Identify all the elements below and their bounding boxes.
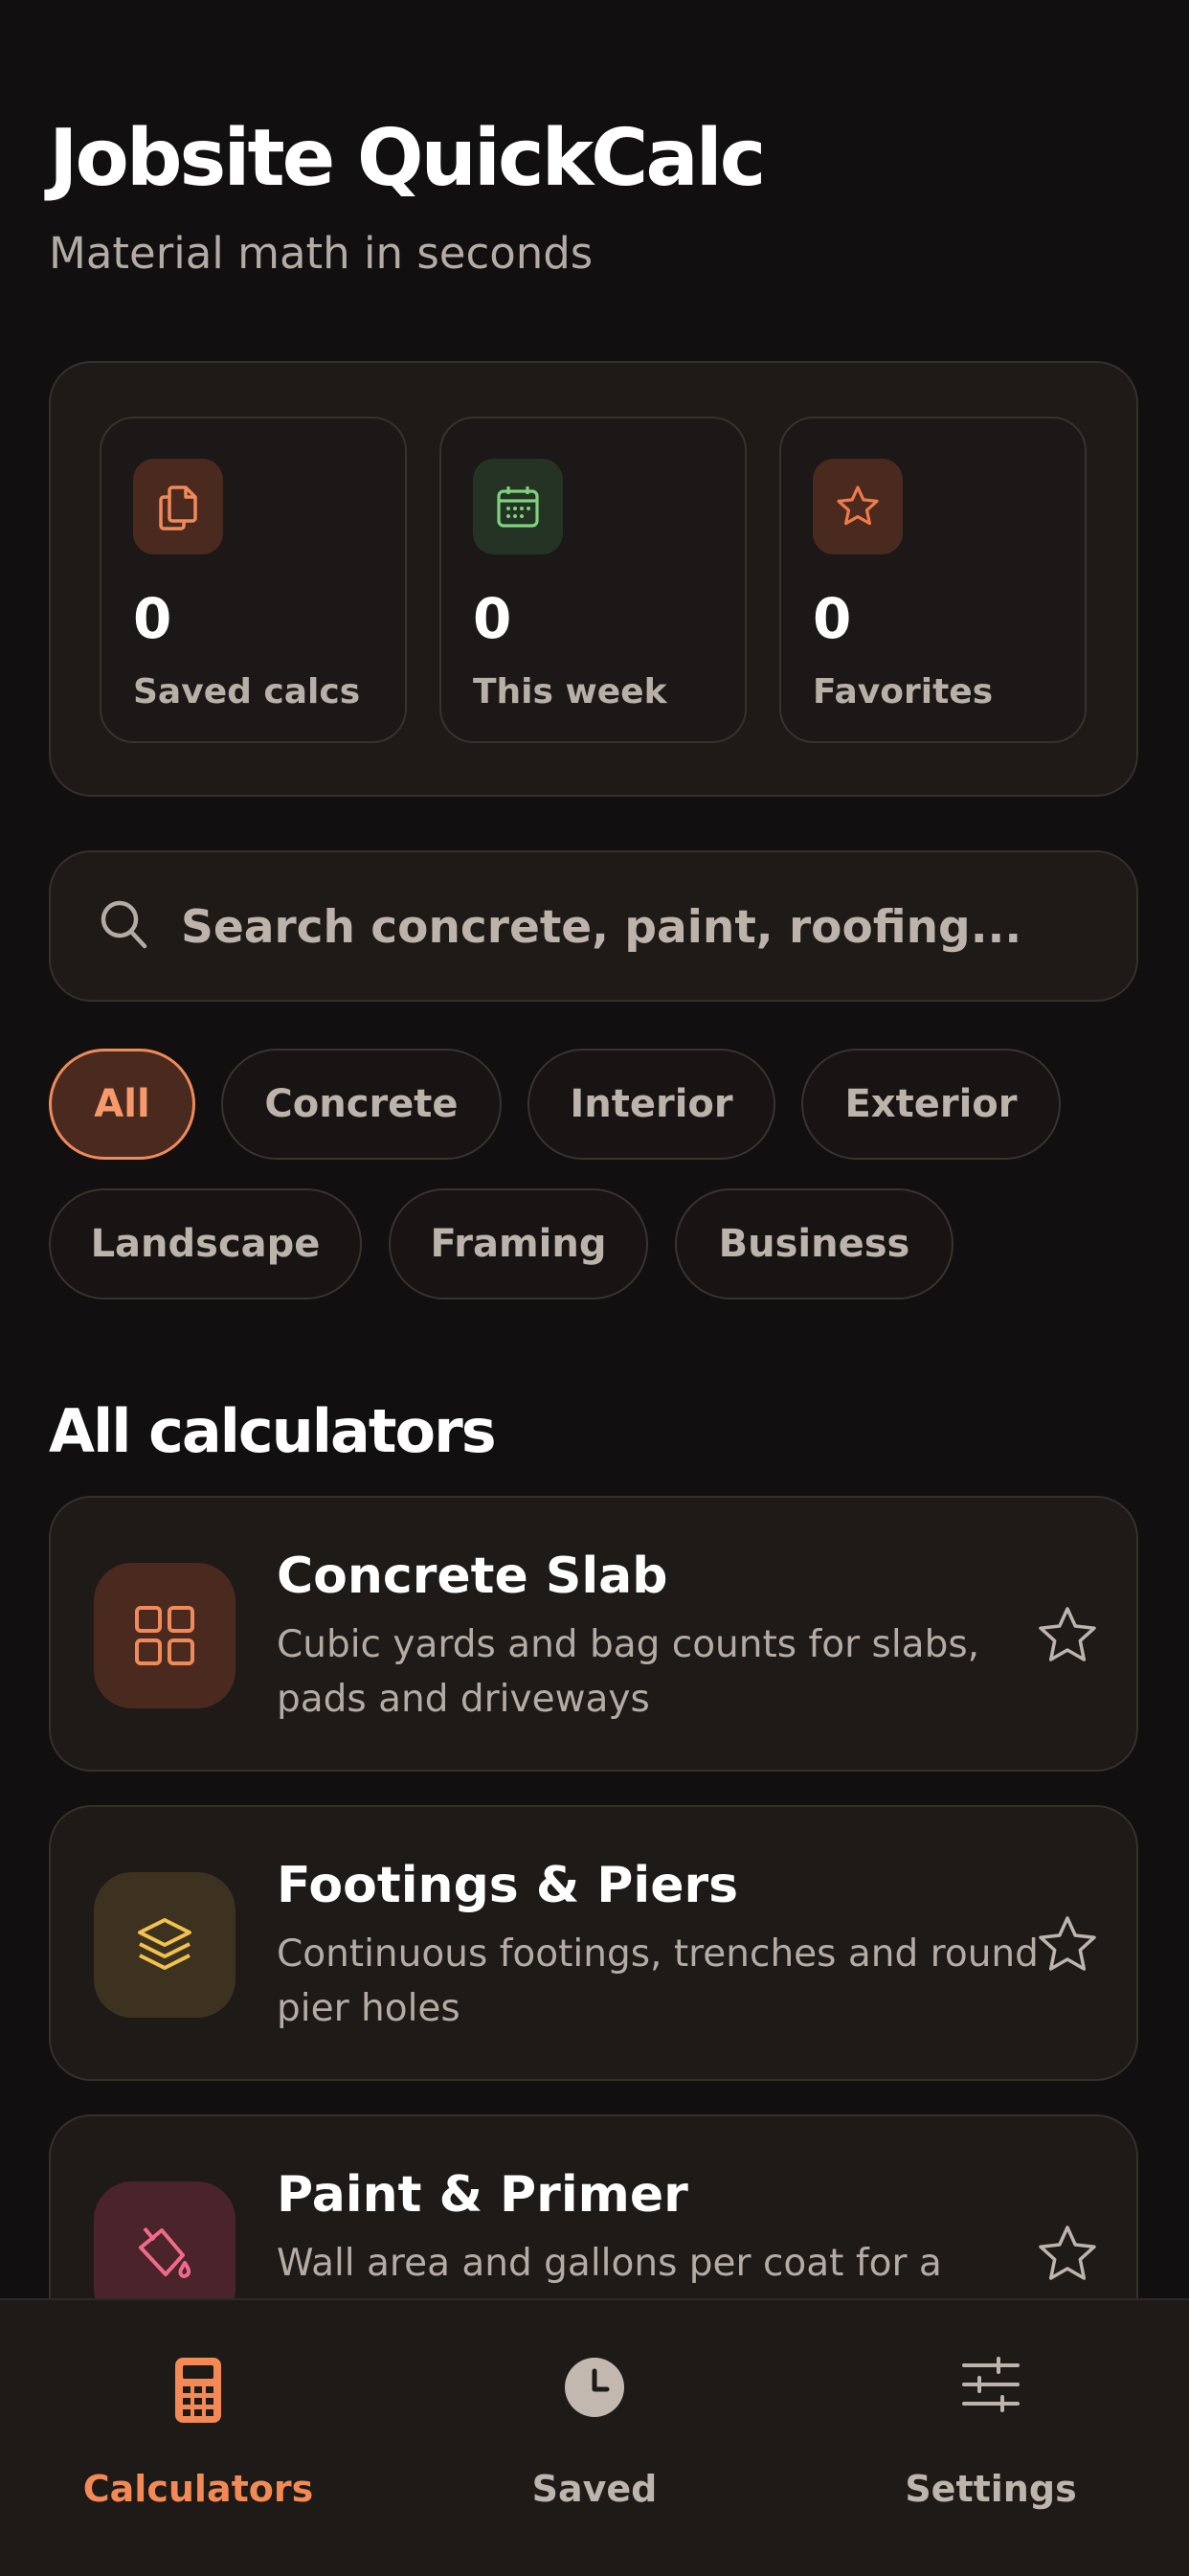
calculator-card-footings-piers[interactable]: Footings & Piers Continuous footings, tr…: [49, 1805, 1138, 2081]
stat-value: 0: [133, 586, 172, 651]
stat-label: This week: [473, 672, 667, 712]
tab-label: Saved: [531, 2468, 658, 2510]
calculator-icon: [173, 2356, 223, 2429]
calculator-description: Continuous footings, trenches and round …: [277, 1932, 1039, 2030]
stat-value: 0: [813, 586, 852, 651]
filter-chip-interior[interactable]: Interior: [527, 1049, 775, 1160]
search-input[interactable]: [179, 887, 1102, 967]
section-title: All calculators: [49, 1396, 497, 1466]
stats-panel: 0 Saved calcs 0 This week 0 Favorites: [49, 361, 1138, 797]
calculator-description: Wall area and gallons per coat for a: [277, 2242, 942, 2285]
star-icon: [813, 459, 903, 554]
stat-card-this-week[interactable]: 0 This week: [439, 417, 747, 743]
tab-label: Calculators: [82, 2468, 314, 2510]
documents-icon: [133, 459, 223, 554]
tab-saved[interactable]: Saved: [396, 2300, 793, 2576]
stat-value: 0: [473, 586, 512, 651]
stat-card-favorites[interactable]: 0 Favorites: [779, 417, 1087, 743]
search-bar[interactable]: [49, 850, 1138, 1002]
grid-icon: [94, 1563, 236, 1708]
favorite-star-icon[interactable]: [1037, 1914, 1098, 1979]
filter-chip-business[interactable]: Business: [675, 1188, 953, 1299]
calendar-icon: [473, 459, 563, 554]
filter-chip-concrete[interactable]: Concrete: [221, 1049, 502, 1160]
calculator-title: Concrete Slab: [277, 1548, 668, 1605]
clock-icon: [563, 2356, 626, 2423]
filter-chip-framing[interactable]: Framing: [389, 1188, 648, 1299]
stat-card-saved-calcs[interactable]: 0 Saved calcs: [100, 417, 407, 743]
calculator-title: Footings & Piers: [277, 1857, 739, 1914]
search-icon: [97, 896, 150, 958]
app-title: Jobsite QuickCalc: [49, 113, 766, 204]
filter-chip-landscape[interactable]: Landscape: [49, 1188, 362, 1299]
favorite-star-icon[interactable]: [1037, 1605, 1098, 1670]
sliders-icon: [960, 2356, 1021, 2417]
tab-settings[interactable]: Settings: [793, 2300, 1189, 2576]
stat-label: Favorites: [813, 672, 994, 712]
calculator-title: Paint & Primer: [277, 2166, 688, 2224]
app-subtitle: Material math in seconds: [49, 228, 594, 279]
calculator-description: Cubic yards and bag counts for slabs, pa…: [277, 1623, 980, 1721]
stat-label: Saved calcs: [133, 672, 361, 712]
filter-chip-exterior[interactable]: Exterior: [801, 1049, 1061, 1160]
favorite-star-icon[interactable]: [1037, 2224, 1098, 2289]
bottom-tab-bar: Calculators Saved Settings: [0, 2298, 1189, 2576]
layers-icon: [94, 1872, 236, 2018]
filter-chip-all[interactable]: All: [49, 1049, 195, 1160]
tab-calculators[interactable]: Calculators: [0, 2300, 396, 2576]
tab-label: Settings: [905, 2468, 1077, 2510]
calculator-card-concrete-slab[interactable]: Concrete Slab Cubic yards and bag counts…: [49, 1496, 1138, 1772]
